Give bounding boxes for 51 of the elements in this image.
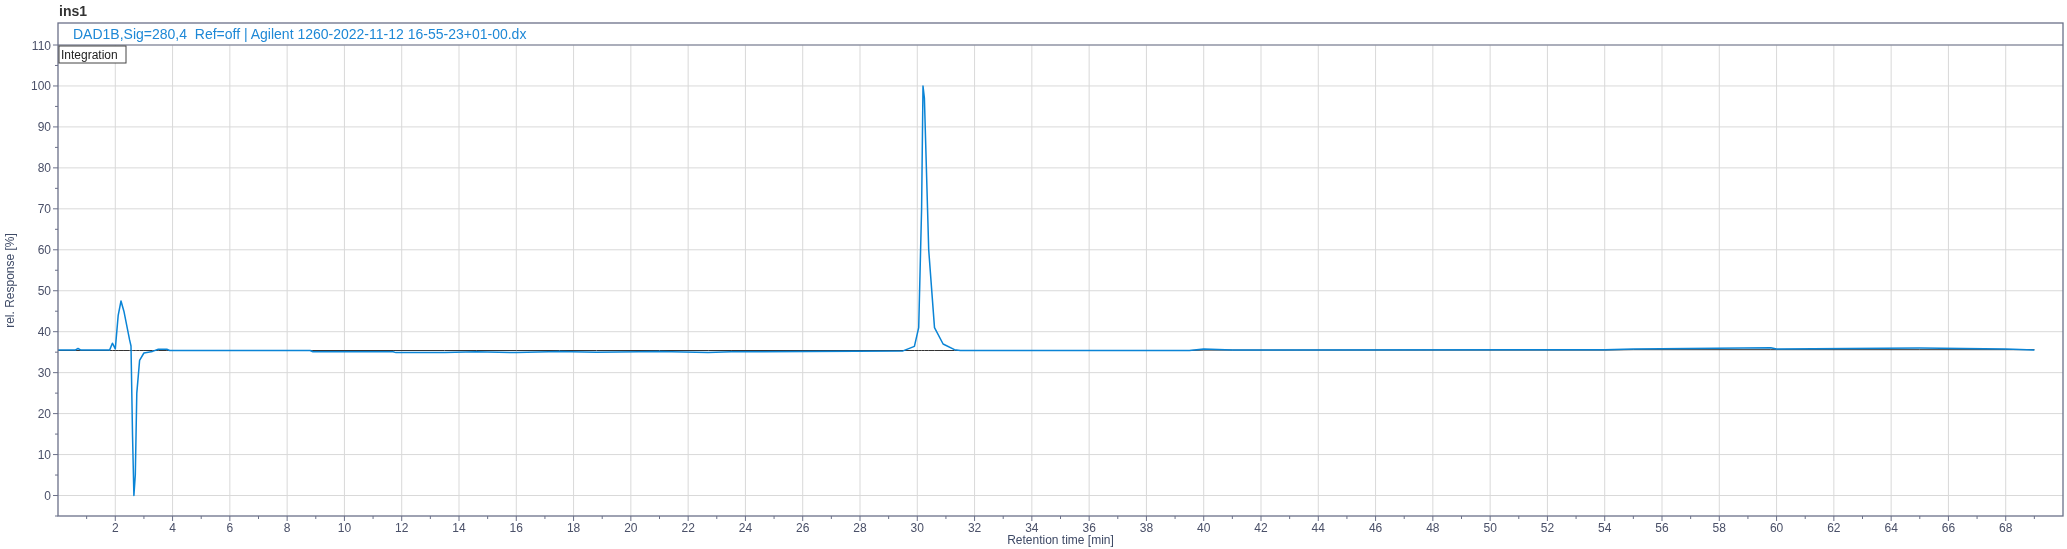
axis-tick-label: 38 (1139, 521, 1154, 535)
chart-title: ins1 (58, 2, 88, 20)
axis-tick-label: 100 (30, 79, 51, 94)
axis-tick-label: 40 (37, 325, 51, 340)
axis-tick-label: 34 (1025, 521, 1039, 535)
axis-tick-label: 50 (1483, 521, 1497, 535)
axis-tick-label: 20 (37, 407, 51, 422)
axis-tick-label: 60 (1769, 521, 1784, 535)
axis-tick-label: 42 (1254, 521, 1268, 535)
axis-tick-label: 40 (1197, 521, 1211, 535)
legend-text: DAD1B,Sig=280,4 Ref=off | Agilent 1260-2022-11-12 16-55-23+01-00.dx (73, 26, 527, 42)
axis-tick-label: 0 (44, 489, 51, 503)
axis-tick-label: 80 (37, 161, 51, 176)
axis-tick-label: 52 (1540, 521, 1555, 535)
axis-tick-label: 2 (111, 521, 119, 535)
integration-label: Integration (58, 45, 127, 64)
axis-tick-label: 60 (37, 243, 51, 258)
axis-tick-label: 62 (1827, 521, 1841, 535)
axis-tick-label: 10 (337, 521, 352, 535)
axis-tick-label: 22 (681, 521, 695, 535)
axis-tick-label: 24 (738, 521, 753, 535)
axis-tick-label: 14 (452, 521, 466, 535)
axis-tick-label: 30 (37, 366, 51, 381)
axis-tick-label: 68 (1999, 521, 2013, 535)
axis-tick-label: 20 (624, 521, 638, 535)
axis-tick-label: 32 (967, 521, 982, 535)
axis-tick-label: 44 (1311, 521, 1325, 535)
axis-tick-label: 16 (509, 521, 523, 535)
axis-tick-label: 8 (283, 521, 291, 535)
axis-tick-label: 36 (1082, 521, 1096, 535)
axis-tick-label: 30 (910, 521, 924, 535)
axis-tick-label: 90 (37, 120, 51, 135)
axis-tick-label: 56 (1655, 521, 1669, 535)
axis-tick-label: 28 (853, 521, 867, 535)
axis-tick-label: 26 (796, 521, 810, 535)
axis-tick-label: 48 (1426, 521, 1440, 535)
axis-tick-label: 10 (37, 448, 51, 463)
axis-tick-label: 18 (566, 521, 581, 535)
axis-tick-label: 12 (395, 521, 409, 535)
axis-tick-label: 50 (37, 284, 51, 299)
y-axis-title: rel. Response [%] (3, 233, 17, 328)
axis-tick-label: 70 (37, 202, 51, 217)
x-axis-title: Retention time [min] (1007, 533, 1114, 547)
axis-tick-label: 54 (1598, 521, 1612, 535)
axis-tick-label: 46 (1368, 521, 1383, 535)
axis-tick-label: 58 (1712, 521, 1726, 535)
axis-tick-label: 6 (226, 521, 234, 535)
axis-tick-label: 64 (1884, 521, 1898, 535)
axis-tick-label: 110 (31, 38, 51, 53)
axis-tick-label: 4 (169, 521, 176, 535)
axis-tick-label: 66 (1941, 521, 1956, 535)
